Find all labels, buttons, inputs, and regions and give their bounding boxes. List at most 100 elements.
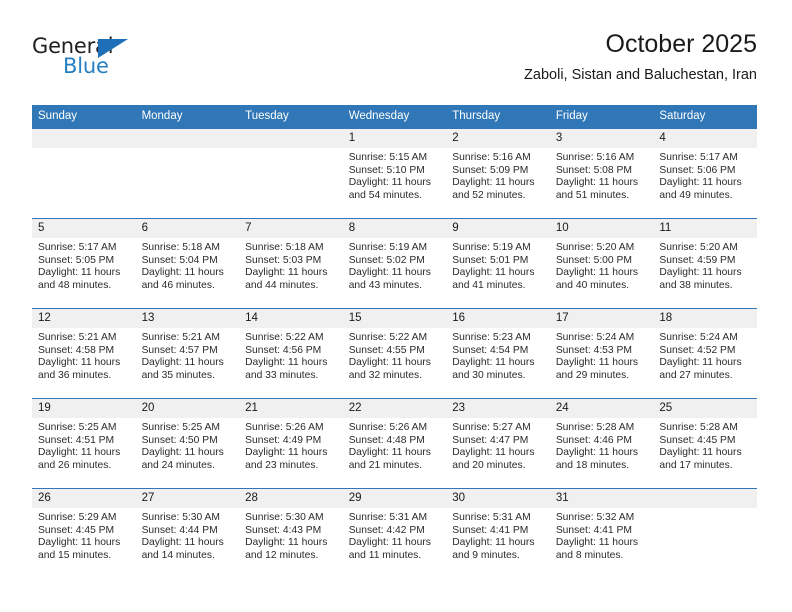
detail-daylight-line1: Daylight: 11 hours bbox=[245, 267, 328, 279]
detail-daylight-line2: and 11 minutes. bbox=[348, 549, 422, 561]
calendar-day-cell[interactable]: 19 Sunrise: 5:25 AM Sunset: 4:51 PM Dayligh… bbox=[32, 398, 136, 489]
detail-sunrise: Sunrise: 5:16 AM bbox=[555, 152, 635, 163]
day-number bbox=[135, 129, 240, 148]
calendar-day-cell[interactable]: 20 Sunrise: 5:25 AM Sunset: 4:50 PM Dayligh… bbox=[135, 398, 240, 489]
detail-daylight-line1: Daylight: 11 hours bbox=[141, 267, 224, 279]
detail-daylight-line2: and 51 minutes. bbox=[555, 189, 630, 201]
day-number: 10 bbox=[549, 219, 654, 238]
calendar-day-cell[interactable]: 26 Sunrise: 5:29 AM Sunset: 4:45 PM Dayligh… bbox=[32, 488, 136, 578]
detail-sunrise: Sunrise: 5:27 AM bbox=[452, 422, 531, 433]
calendar-day-cell[interactable]: 9 Sunrise: 5:19 AM Sunset: 5:01 PM Daylight… bbox=[446, 218, 550, 309]
day-details: Sunrise: 5:19 AM Sunset: 5:02 PM Daylight:… bbox=[343, 238, 447, 308]
detail-daylight-line2: and 29 minutes. bbox=[555, 369, 630, 381]
calendar-cell-empty bbox=[135, 129, 240, 219]
calendar-day-cell[interactable]: 8 Sunrise: 5:19 AM Sunset: 5:02 PM Daylight… bbox=[342, 218, 447, 309]
detail-daylight-line2: and 26 minutes. bbox=[38, 459, 112, 471]
detail-daylight-line1: Daylight: 11 hours bbox=[348, 537, 431, 549]
day-details: Sunrise: 5:21 AM Sunset: 4:58 PM Daylight:… bbox=[32, 328, 136, 398]
detail-sunrise: Sunrise: 5:24 AM bbox=[555, 332, 635, 343]
day-number: 31 bbox=[549, 489, 654, 508]
detail-sunset: Sunset: 4:47 PM bbox=[452, 434, 529, 446]
calendar-day-cell[interactable]: 31 Sunrise: 5:32 AM Sunset: 4:41 PM Dayligh… bbox=[549, 488, 654, 578]
calendar-day-cell[interactable]: 13 Sunrise: 5:21 AM Sunset: 4:57 PM Dayligh… bbox=[135, 308, 240, 399]
calendar-day-cell[interactable]: 18 Sunrise: 5:24 AM Sunset: 4:52 PM Dayligh… bbox=[653, 308, 757, 399]
calendar-day-cell[interactable]: 24 Sunrise: 5:28 AM Sunset: 4:46 PM Dayligh… bbox=[549, 398, 654, 489]
calendar-day-cell[interactable]: 30 Sunrise: 5:31 AM Sunset: 4:41 PM Dayligh… bbox=[446, 488, 550, 578]
detail-daylight-line2: and 15 minutes. bbox=[38, 549, 112, 561]
calendar-day-cell[interactable]: 3 Sunrise: 5:16 AM Sunset: 5:08 PM Daylight… bbox=[549, 129, 654, 219]
detail-sunset: Sunset: 4:46 PM bbox=[555, 434, 632, 446]
calendar-day-cell[interactable]: 17 Sunrise: 5:24 AM Sunset: 4:53 PM Dayligh… bbox=[549, 308, 654, 399]
detail-sunset: Sunset: 5:08 PM bbox=[555, 164, 632, 176]
general-blue-logo[interactable]: General Blue bbox=[32, 34, 172, 86]
calendar-day-cell[interactable]: 16 Sunrise: 5:23 AM Sunset: 4:54 PM Dayligh… bbox=[446, 308, 550, 399]
detail-daylight-line1: Daylight: 11 hours bbox=[555, 537, 639, 549]
calendar-cell-empty bbox=[32, 129, 136, 219]
detail-daylight-line2: and 24 minutes. bbox=[141, 459, 215, 471]
detail-sunset: Sunset: 4:48 PM bbox=[348, 434, 425, 446]
detail-sunset: Sunset: 4:44 PM bbox=[141, 524, 218, 536]
detail-sunrise: Sunrise: 5:25 AM bbox=[38, 422, 117, 433]
detail-daylight-line1: Daylight: 11 hours bbox=[555, 447, 639, 459]
calendar-week-row: 19 Sunrise: 5:25 AM Sunset: 4:51 PM Dayligh… bbox=[32, 398, 757, 489]
calendar-day-cell[interactable]: 5 Sunrise: 5:17 AM Sunset: 5:05 PM Daylight… bbox=[32, 218, 136, 309]
day-details: Sunrise: 5:31 AM Sunset: 4:41 PM Daylight:… bbox=[446, 508, 550, 578]
detail-sunrise: Sunrise: 5:28 AM bbox=[555, 422, 635, 433]
detail-daylight-line1: Daylight: 11 hours bbox=[452, 267, 535, 279]
detail-sunset: Sunset: 4:42 PM bbox=[348, 524, 425, 536]
detail-sunrise: Sunrise: 5:31 AM bbox=[452, 512, 531, 523]
detail-daylight-line1: Daylight: 11 hours bbox=[38, 537, 121, 549]
detail-sunrise: Sunrise: 5:28 AM bbox=[659, 422, 738, 433]
calendar-day-cell[interactable]: 15 Sunrise: 5:22 AM Sunset: 4:55 PM Dayligh… bbox=[342, 308, 447, 399]
detail-sunrise: Sunrise: 5:32 AM bbox=[555, 512, 635, 523]
detail-sunrise: Sunrise: 5:22 AM bbox=[245, 332, 324, 343]
weekday-header-sunday: Sunday bbox=[32, 105, 136, 129]
calendar-day-cell[interactable]: 11 Sunrise: 5:20 AM Sunset: 4:59 PM Dayligh… bbox=[653, 218, 757, 309]
calendar-week-row: 5 Sunrise: 5:17 AM Sunset: 5:05 PM Daylight… bbox=[32, 218, 757, 309]
calendar-day-cell[interactable]: 21 Sunrise: 5:26 AM Sunset: 4:49 PM Dayligh… bbox=[239, 398, 343, 489]
detail-sunrise: Sunrise: 5:17 AM bbox=[38, 242, 117, 253]
day-details: Sunrise: 5:30 AM Sunset: 4:44 PM Daylight:… bbox=[136, 508, 240, 578]
calendar-day-cell[interactable]: 23 Sunrise: 5:27 AM Sunset: 4:47 PM Dayligh… bbox=[446, 398, 550, 489]
calendar-day-cell[interactable]: 29 Sunrise: 5:31 AM Sunset: 4:42 PM Dayligh… bbox=[342, 488, 447, 578]
detail-sunset: Sunset: 5:00 PM bbox=[555, 254, 632, 266]
day-number: 9 bbox=[446, 219, 550, 238]
calendar-day-cell[interactable]: 4 Sunrise: 5:17 AM Sunset: 5:06 PM Daylight… bbox=[653, 129, 757, 219]
day-number: 29 bbox=[342, 489, 447, 508]
day-number: 13 bbox=[135, 309, 240, 328]
detail-sunrise: Sunrise: 5:30 AM bbox=[245, 512, 324, 523]
weekday-header-saturday: Saturday bbox=[653, 105, 757, 129]
detail-daylight-line2: and 8 minutes. bbox=[555, 549, 624, 561]
weekday-header-friday: Friday bbox=[549, 105, 654, 129]
day-details: Sunrise: 5:22 AM Sunset: 4:56 PM Daylight:… bbox=[239, 328, 343, 398]
day-details: Sunrise: 5:26 AM Sunset: 4:48 PM Daylight:… bbox=[343, 418, 447, 488]
calendar-day-cell[interactable]: 28 Sunrise: 5:30 AM Sunset: 4:43 PM Dayligh… bbox=[239, 488, 343, 578]
detail-sunrise: Sunrise: 5:23 AM bbox=[452, 332, 531, 343]
calendar-day-cell[interactable]: 7 Sunrise: 5:18 AM Sunset: 5:03 PM Daylight… bbox=[239, 218, 343, 309]
detail-daylight-line2: and 52 minutes. bbox=[452, 189, 526, 201]
detail-daylight-line2: and 30 minutes. bbox=[452, 369, 526, 381]
calendar-day-cell[interactable]: 6 Sunrise: 5:18 AM Sunset: 5:04 PM Daylight… bbox=[135, 218, 240, 309]
day-number: 20 bbox=[135, 399, 240, 418]
calendar-day-cell[interactable]: 22 Sunrise: 5:26 AM Sunset: 4:48 PM Dayligh… bbox=[342, 398, 447, 489]
detail-daylight-line1: Daylight: 11 hours bbox=[38, 267, 121, 279]
detail-sunrise: Sunrise: 5:30 AM bbox=[141, 512, 220, 523]
calendar-body: 1 Sunrise: 5:15 AM Sunset: 5:10 PM Daylight… bbox=[32, 129, 757, 578]
detail-sunrise: Sunrise: 5:24 AM bbox=[659, 332, 738, 343]
calendar-day-cell[interactable]: 1 Sunrise: 5:15 AM Sunset: 5:10 PM Daylight… bbox=[342, 129, 447, 219]
detail-sunset: Sunset: 4:41 PM bbox=[452, 524, 529, 536]
detail-daylight-line1: Daylight: 11 hours bbox=[659, 267, 742, 279]
calendar-day-cell[interactable]: 25 Sunrise: 5:28 AM Sunset: 4:45 PM Dayligh… bbox=[653, 398, 757, 489]
detail-sunset: Sunset: 4:54 PM bbox=[452, 344, 529, 356]
calendar-day-cell[interactable]: 2 Sunrise: 5:16 AM Sunset: 5:09 PM Daylight… bbox=[446, 129, 550, 219]
calendar-cell-empty bbox=[239, 129, 343, 219]
calendar-day-cell[interactable]: 12 Sunrise: 5:21 AM Sunset: 4:58 PM Dayligh… bbox=[32, 308, 136, 399]
weekday-header-tuesday: Tuesday bbox=[239, 105, 343, 129]
calendar-day-cell[interactable]: 10 Sunrise: 5:20 AM Sunset: 5:00 PM Dayligh… bbox=[549, 218, 654, 309]
calendar-day-cell[interactable]: 27 Sunrise: 5:30 AM Sunset: 4:44 PM Dayligh… bbox=[135, 488, 240, 578]
detail-daylight-line2: and 35 minutes. bbox=[141, 369, 215, 381]
calendar-day-cell[interactable]: 14 Sunrise: 5:22 AM Sunset: 4:56 PM Dayligh… bbox=[239, 308, 343, 399]
page-title: October 2025 bbox=[605, 30, 758, 58]
detail-daylight-line2: and 48 minutes. bbox=[38, 279, 112, 291]
detail-sunset: Sunset: 5:09 PM bbox=[452, 164, 529, 176]
